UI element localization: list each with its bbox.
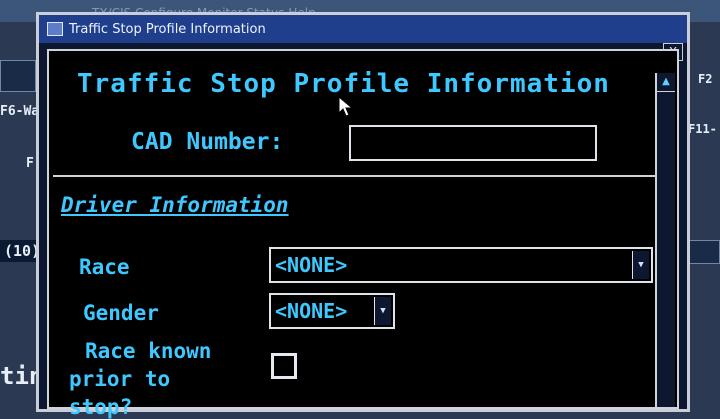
chevron-down-icon[interactable]: ▼ <box>374 297 391 325</box>
race-select-value: <NONE> <box>275 253 348 277</box>
race-known-label: Race known <box>85 339 212 363</box>
race-known-label: stop? <box>69 395 133 419</box>
background-fragment: F6-Wa <box>0 104 40 119</box>
window-titlebar: Traffic Stop Profile Information <box>39 15 687 43</box>
race-known-label: prior to <box>69 367 171 391</box>
form-heading: Traffic Stop Profile Information <box>77 69 610 99</box>
section-divider <box>53 175 655 177</box>
driver-information-heading: Driver Information <box>61 193 289 217</box>
gender-select-value: <NONE> <box>275 299 348 323</box>
window-title: Traffic Stop Profile Information <box>69 21 266 37</box>
chevron-down-icon[interactable]: ▼ <box>632 251 649 279</box>
gender-label: Gender <box>83 301 159 325</box>
background-fragment: F2 <box>698 72 713 86</box>
race-label: Race <box>79 255 130 279</box>
cad-number-label: CAD Number: <box>131 129 284 155</box>
scroll-up-icon[interactable]: ▲ <box>657 73 675 92</box>
app-icon <box>47 22 63 36</box>
gender-select[interactable]: <NONE> ▼ <box>269 293 395 329</box>
form-area: Traffic Stop Profile Information CAD Num… <box>47 49 679 419</box>
vertical-scrollbar[interactable]: ▲ <box>655 73 675 407</box>
race-known-checkbox[interactable] <box>271 353 297 379</box>
background-fragment: F11- <box>688 122 717 136</box>
cad-number-input[interactable] <box>349 125 597 161</box>
traffic-stop-dialog: Traffic Stop Profile Information X Traff… <box>36 12 690 419</box>
background-tile <box>0 60 36 92</box>
mouse-cursor-icon <box>338 96 354 117</box>
background-fragment: F <box>26 156 34 171</box>
race-select[interactable]: <NONE> ▼ <box>269 247 653 283</box>
